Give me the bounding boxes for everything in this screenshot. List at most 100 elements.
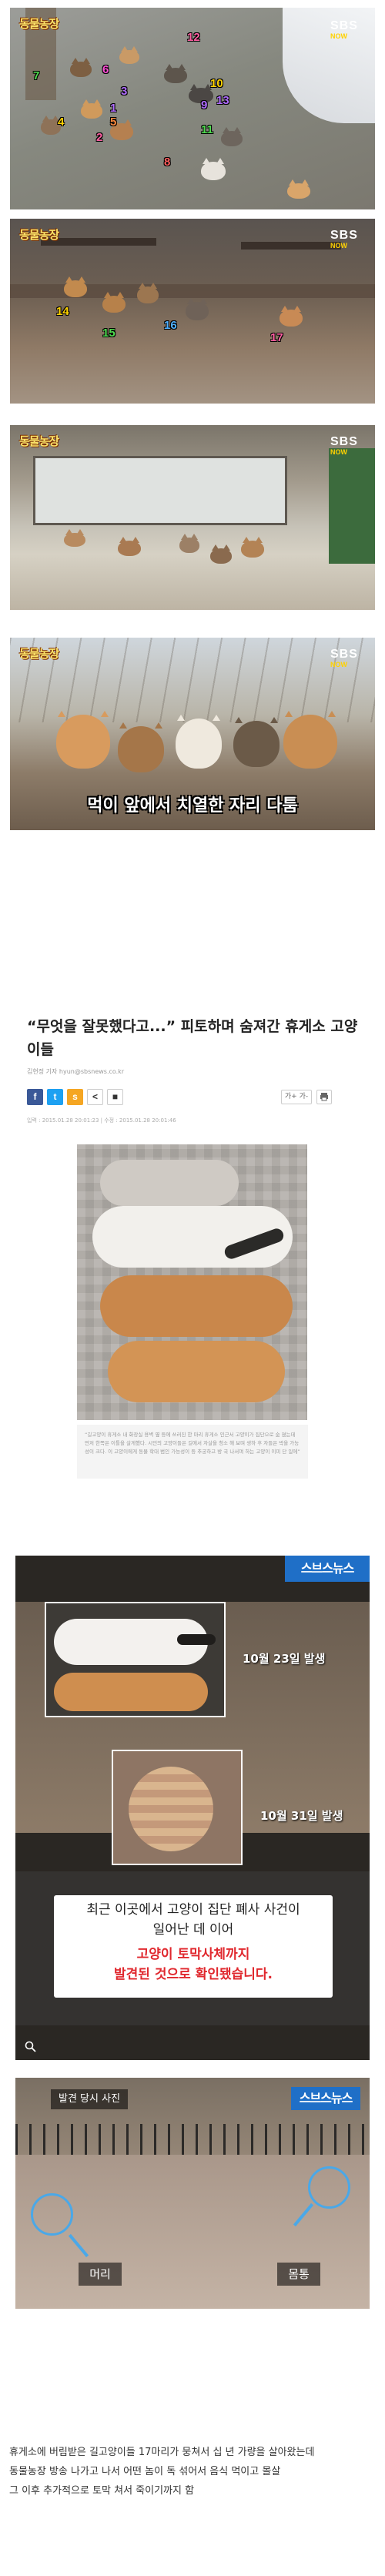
cat-number-label: 8 xyxy=(164,156,171,169)
facebook-icon[interactable]: f xyxy=(27,1089,43,1105)
body-paragraph: 휴게소에 버림받은 길고양이들 17마리가 뭉쳐서 십 년 가량을 살아왔는데 xyxy=(9,2447,315,2458)
inset-photo-2 xyxy=(112,1750,243,1865)
brand-logo: 동물농장 xyxy=(19,434,59,448)
share-icon[interactable]: < xyxy=(87,1089,103,1105)
caption-line-highlight: 발견된 것으로 확인됐습니다. xyxy=(114,1967,273,1982)
cat xyxy=(221,127,243,146)
article-dates: 입력 : 2015.01.28 20:01:23 | 수정 : 2015.01.… xyxy=(27,1117,176,1124)
incident-date-2: 10월 31일 발생 xyxy=(260,1809,343,1823)
cat xyxy=(137,283,159,303)
caption-line: 최근 이곳에서 고양이 집단 폐사 사건이 xyxy=(86,1902,300,1918)
cat xyxy=(241,537,264,558)
cat-number-label: 14 xyxy=(56,305,69,318)
video-frame-2: 동물농장 SBS NOW 14 15 16 17 xyxy=(10,219,375,404)
sbs-logo: SBS NOW xyxy=(330,229,364,251)
photo-caption: “길고양이 휴게소 내 화장실 용벽 옆 등에 쓰러진 한 마리 휴게소 인근서… xyxy=(77,1425,308,1479)
cat-number-label: 12 xyxy=(187,31,200,44)
video-frame-1: 동물농장 SBS NOW 1 2 3 4 5 6 7 8 9 10 11 12 13 xyxy=(10,8,375,209)
cat xyxy=(64,529,85,547)
cat-number-label: 17 xyxy=(270,331,283,344)
cat xyxy=(70,58,92,77)
kakaostory-icon[interactable]: s xyxy=(67,1089,83,1105)
mosaic-blur xyxy=(129,1767,213,1851)
cat xyxy=(233,717,280,767)
inset-photo-1 xyxy=(45,1602,226,1717)
sbs-logo: SBS NOW xyxy=(330,20,364,42)
sbs-news-logo: 스브스뉴스 xyxy=(291,2087,360,2110)
cat xyxy=(164,64,187,83)
cat-number-label: 16 xyxy=(164,319,177,332)
cat-number-label: 10 xyxy=(210,77,223,90)
news-video-frame: 스브스뉴스 10월 23일 발생 10월 31일 발생 최근 이곳에서 고양이 … xyxy=(15,1556,370,2060)
sbs-logo: SBS NOW xyxy=(330,648,364,670)
cat-number-label: 5 xyxy=(110,116,117,129)
cat-number-label: 2 xyxy=(96,131,103,144)
post-body: 휴게소에 버림받은 길고양이들 17마리가 뭉쳐서 십 년 가량을 살아왔는데 … xyxy=(9,2443,376,2501)
zoom-icon[interactable] xyxy=(25,2041,37,2053)
sbs-news-logo: 스브스뉴스 xyxy=(285,1556,370,1582)
bare-trees xyxy=(10,638,375,722)
cat-number-label: 7 xyxy=(33,69,40,82)
caption-line: 일어난 데 이어 xyxy=(152,1922,234,1938)
sbs-logo: SBS NOW xyxy=(330,436,364,457)
window xyxy=(33,456,287,525)
fence xyxy=(15,2124,370,2155)
brand-logo: 동물농장 xyxy=(19,647,59,661)
video-frame-4: 동물농장 SBS NOW 먹이 앞에서 치열한 자리 다툼 xyxy=(10,638,375,830)
article-headline: “무엇을 잘못했다고...” 피토하며 숨져간 휴게소 고양이들 xyxy=(27,1018,358,1058)
sbs-logo-sub: NOW xyxy=(330,661,347,668)
cat-number-label: 3 xyxy=(121,85,128,98)
cat-number-label: 4 xyxy=(58,116,65,129)
cat-number-label: 9 xyxy=(201,99,208,112)
table xyxy=(241,242,341,250)
sbs-logo-sub: NOW xyxy=(330,242,347,250)
cat xyxy=(280,306,303,327)
comment-icon[interactable]: ■ xyxy=(107,1089,123,1105)
news-video-frame-2: 발견 당시 사진 스브스뉴스 머리 몸통 xyxy=(15,2078,370,2309)
body-paragraph: 동물농장 방송 나가고 나서 어떤 놈이 독 섞어서 음식 먹이고 몰살 xyxy=(9,2466,281,2477)
cat-number-label: 6 xyxy=(102,63,109,76)
twitter-icon[interactable]: t xyxy=(47,1089,63,1105)
cat xyxy=(56,711,110,769)
news-caption-box: 최근 이곳에서 고양이 집단 폐사 사건이 일어난 데 이어 고양이 토막사체까… xyxy=(54,1895,333,1998)
font-size-button[interactable]: 가+ 가- xyxy=(281,1090,312,1104)
cat-number-label: 13 xyxy=(216,94,229,107)
sbs-logo-sub: NOW xyxy=(330,32,347,40)
cat xyxy=(186,298,209,320)
article-photo-pixelated xyxy=(77,1144,307,1420)
brand-logo: 동물농장 xyxy=(19,228,59,242)
cat-number-label: 1 xyxy=(110,102,117,115)
brand-logo: 동물농장 xyxy=(19,17,59,31)
cat xyxy=(210,544,232,564)
cat xyxy=(118,722,164,772)
highlight-circle-head xyxy=(31,2193,73,2236)
caption-line-highlight: 고양이 토막사체까지 xyxy=(136,1947,250,1962)
cat-body xyxy=(108,1341,285,1402)
scene-label: 발견 당시 사진 xyxy=(51,2089,129,2109)
article-byline: 김현정 기자 hyun@sbsnews.co.kr xyxy=(27,1068,125,1075)
highlight-circle-body xyxy=(308,2166,350,2209)
cat xyxy=(118,537,141,556)
cat xyxy=(64,276,87,297)
print-icon[interactable] xyxy=(316,1090,332,1104)
cat-tail xyxy=(177,1634,216,1645)
sbs-logo-text: SBS xyxy=(330,435,358,448)
cat-body xyxy=(54,1673,208,1711)
body-paragraph: 그 이후 추가적으로 토막 쳐서 죽이기까지 함 xyxy=(9,2485,195,2497)
cat xyxy=(176,715,222,769)
incident-date-1: 10월 23일 발생 xyxy=(243,1652,326,1666)
cat xyxy=(119,46,139,64)
article-toolbar: f t s < ■ 가+ 가- xyxy=(27,1089,358,1107)
sbs-logo-text: SBS xyxy=(330,19,358,32)
video-frame-3: 동물농장 SBS NOW xyxy=(10,425,375,610)
cat xyxy=(179,534,199,553)
sbs-logo-text: SBS xyxy=(330,229,358,242)
cat-number-label: 15 xyxy=(102,327,116,340)
cat xyxy=(102,292,126,313)
cat xyxy=(287,179,310,199)
cat xyxy=(201,158,226,180)
cat-number-label: 11 xyxy=(201,123,213,136)
cat-body xyxy=(100,1160,239,1206)
label-head: 머리 xyxy=(79,2263,122,2286)
cat-body xyxy=(100,1275,293,1337)
